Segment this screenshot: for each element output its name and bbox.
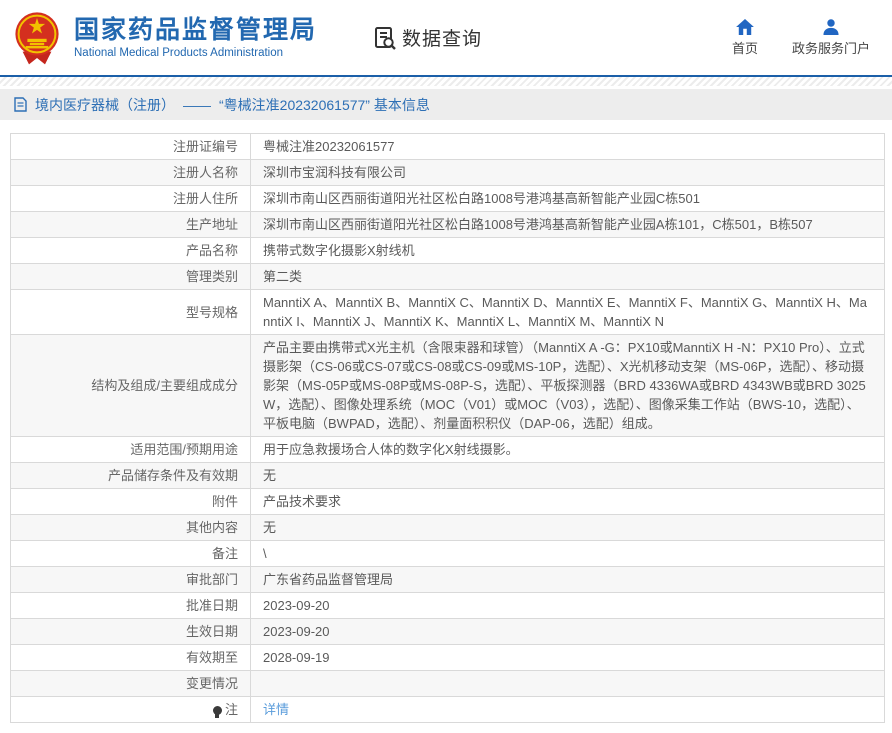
- row-value-cell: 无: [250, 514, 885, 541]
- row-label-cell: 管理类别: [10, 263, 251, 290]
- row-label-cell: 生效日期: [10, 618, 251, 645]
- row-label-cell: 批准日期: [10, 592, 251, 619]
- table-row: 审批部门 广东省药品监督管理局: [10, 566, 885, 593]
- table-row: 型号规格 ManntiX A、ManntiX B、ManntiX C、Mannt…: [10, 289, 885, 335]
- table-row: 注册人住所 深圳市南山区西丽街道阳光社区松白路1008号港鸿基高新智能产业园C栋…: [10, 185, 885, 212]
- table-row: 其他内容 无: [10, 514, 885, 541]
- table-row: 结构及组成/主要组成成分 产品主要由携带式X光主机（含限束器和球管）（Mannt…: [10, 334, 885, 437]
- row-value-cell: 广东省药品监督管理局: [250, 566, 885, 593]
- national-emblem-icon: [15, 11, 59, 64]
- breadcrumb: 境内医疗器械（注册） —— “粤械注准20232061577” 基本信息: [14, 95, 430, 115]
- document-icon: [14, 97, 27, 112]
- row-label-cell: 有效期至: [10, 644, 251, 671]
- row-label-cell: 附件: [10, 488, 251, 515]
- row-value-cell: 携带式数字化摄影X射线机: [250, 237, 885, 264]
- row-value-cell: 粤械注准20232061577: [250, 133, 885, 160]
- row-value-cell: [250, 670, 885, 697]
- row-value-cell: 2023-09-20: [250, 618, 885, 645]
- table-row: 产品储存条件及有效期 无: [10, 462, 885, 489]
- table-row: 生效日期 2023-09-20: [10, 618, 885, 645]
- table-row: 注册证编号 粤械注准20232061577: [10, 133, 885, 160]
- nav-home[interactable]: 首页: [731, 18, 758, 57]
- row-value-cell: ManntiX A、ManntiX B、ManntiX C、ManntiX D、…: [250, 289, 885, 335]
- table-row: 产品名称 携带式数字化摄影X射线机: [10, 237, 885, 264]
- hatch-band: [0, 77, 892, 86]
- nav-portal-label: 政务服务门户: [791, 40, 870, 56]
- registration-info-section: 注册证编号 粤械注准20232061577 注册人名称 深圳市宝润科技有限公司 …: [10, 133, 885, 723]
- home-icon: [736, 18, 754, 35]
- row-value-cell: 第二类: [250, 263, 885, 290]
- data-query-tab[interactable]: 数据查询: [372, 24, 482, 51]
- agency-title-block: 国家药品监督管理局 National Medical Products Admi…: [74, 16, 317, 59]
- agency-title: 国家药品监督管理局: [74, 16, 318, 45]
- table-row: 管理类别 第二类: [10, 263, 885, 290]
- row-value-cell: 深圳市南山区西丽街道阳光社区松白路1008号港鸿基高新智能产业园A栋101，C栋…: [250, 211, 885, 238]
- row-value-cell: 2023-09-20: [250, 592, 885, 619]
- row-value-cell: 用于应急救援场合人体的数字化X射线摄影。: [250, 436, 885, 463]
- detail-link[interactable]: 详情: [263, 702, 289, 717]
- row-label-cell: 其他内容: [10, 514, 251, 541]
- note-icon: [212, 706, 222, 719]
- breadcrumb-title: “粤械注准20232061577” 基本信息: [219, 96, 430, 113]
- row-label-cell: 备注: [10, 540, 251, 567]
- breadcrumb-bar: 境内医疗器械（注册） —— “粤械注准20232061577” 基本信息: [0, 89, 892, 120]
- row-label-cell: 产品储存条件及有效期: [10, 462, 251, 489]
- table-row: 变更情况: [10, 670, 885, 697]
- registration-info-table: 注册证编号 粤械注准20232061577 注册人名称 深圳市宝润科技有限公司 …: [10, 133, 885, 723]
- row-value-cell: 详情: [250, 696, 885, 723]
- table-row: 批准日期 2023-09-20: [10, 592, 885, 619]
- table-row: 适用范围/预期用途 用于应急救援场合人体的数字化X射线摄影。: [10, 436, 885, 463]
- row-label-cell: 审批部门: [10, 566, 251, 593]
- page-header: 国家药品监督管理局 National Medical Products Admi…: [0, 0, 892, 75]
- data-query-icon: [375, 26, 396, 50]
- row-label-cell: 适用范围/预期用途: [10, 436, 251, 463]
- nav-portal[interactable]: 政务服务门户: [791, 18, 870, 57]
- row-value-cell: 深圳市宝润科技有限公司: [250, 159, 885, 186]
- row-value-cell: 无: [250, 462, 885, 489]
- table-row: 备注 \: [10, 540, 885, 567]
- row-label-cell: 注册人住所: [10, 185, 251, 212]
- agency-subtitle: National Medical Products Administration: [74, 46, 284, 59]
- table-row: 生产地址 深圳市南山区西丽街道阳光社区松白路1008号港鸿基高新智能产业园A栋1…: [10, 211, 885, 238]
- user-icon: [823, 18, 839, 35]
- breadcrumb-separator: ——: [183, 96, 211, 113]
- row-value-cell: 产品主要由携带式X光主机（含限束器和球管）（ManntiX A -G：PX10或…: [250, 334, 885, 437]
- info-table-body: 注册证编号 粤械注准20232061577 注册人名称 深圳市宝润科技有限公司 …: [10, 133, 885, 723]
- table-row: 有效期至 2028-09-19: [10, 644, 885, 671]
- table-row: 注 详情: [10, 696, 885, 723]
- row-label-cell: 结构及组成/主要组成成分: [10, 334, 251, 437]
- table-row: 注册人名称 深圳市宝润科技有限公司: [10, 159, 885, 186]
- row-label-cell: 注: [10, 696, 251, 723]
- row-label-cell: 注册证编号: [10, 133, 251, 160]
- row-label-cell: 注册人名称: [10, 159, 251, 186]
- data-query-label: 数据查询: [402, 29, 483, 50]
- breadcrumb-category[interactable]: 境内医疗器械（注册）: [35, 95, 175, 115]
- row-label-cell: 产品名称: [10, 237, 251, 264]
- row-value-cell: \: [250, 540, 885, 567]
- row-value-cell: 产品技术要求: [250, 488, 885, 515]
- row-label-cell: 变更情况: [10, 670, 251, 697]
- row-label-cell: 生产地址: [10, 211, 251, 238]
- top-nav: 首页 政务服务门户: [731, 18, 870, 57]
- nmpa-emblem-logo: [10, 9, 64, 67]
- row-value-cell: 2028-09-19: [250, 644, 885, 671]
- row-label-cell: 型号规格: [10, 289, 251, 335]
- nav-home-label: 首页: [731, 40, 758, 56]
- table-row: 附件 产品技术要求: [10, 488, 885, 515]
- row-value-cell: 深圳市南山区西丽街道阳光社区松白路1008号港鸿基高新智能产业园C栋501: [250, 185, 885, 212]
